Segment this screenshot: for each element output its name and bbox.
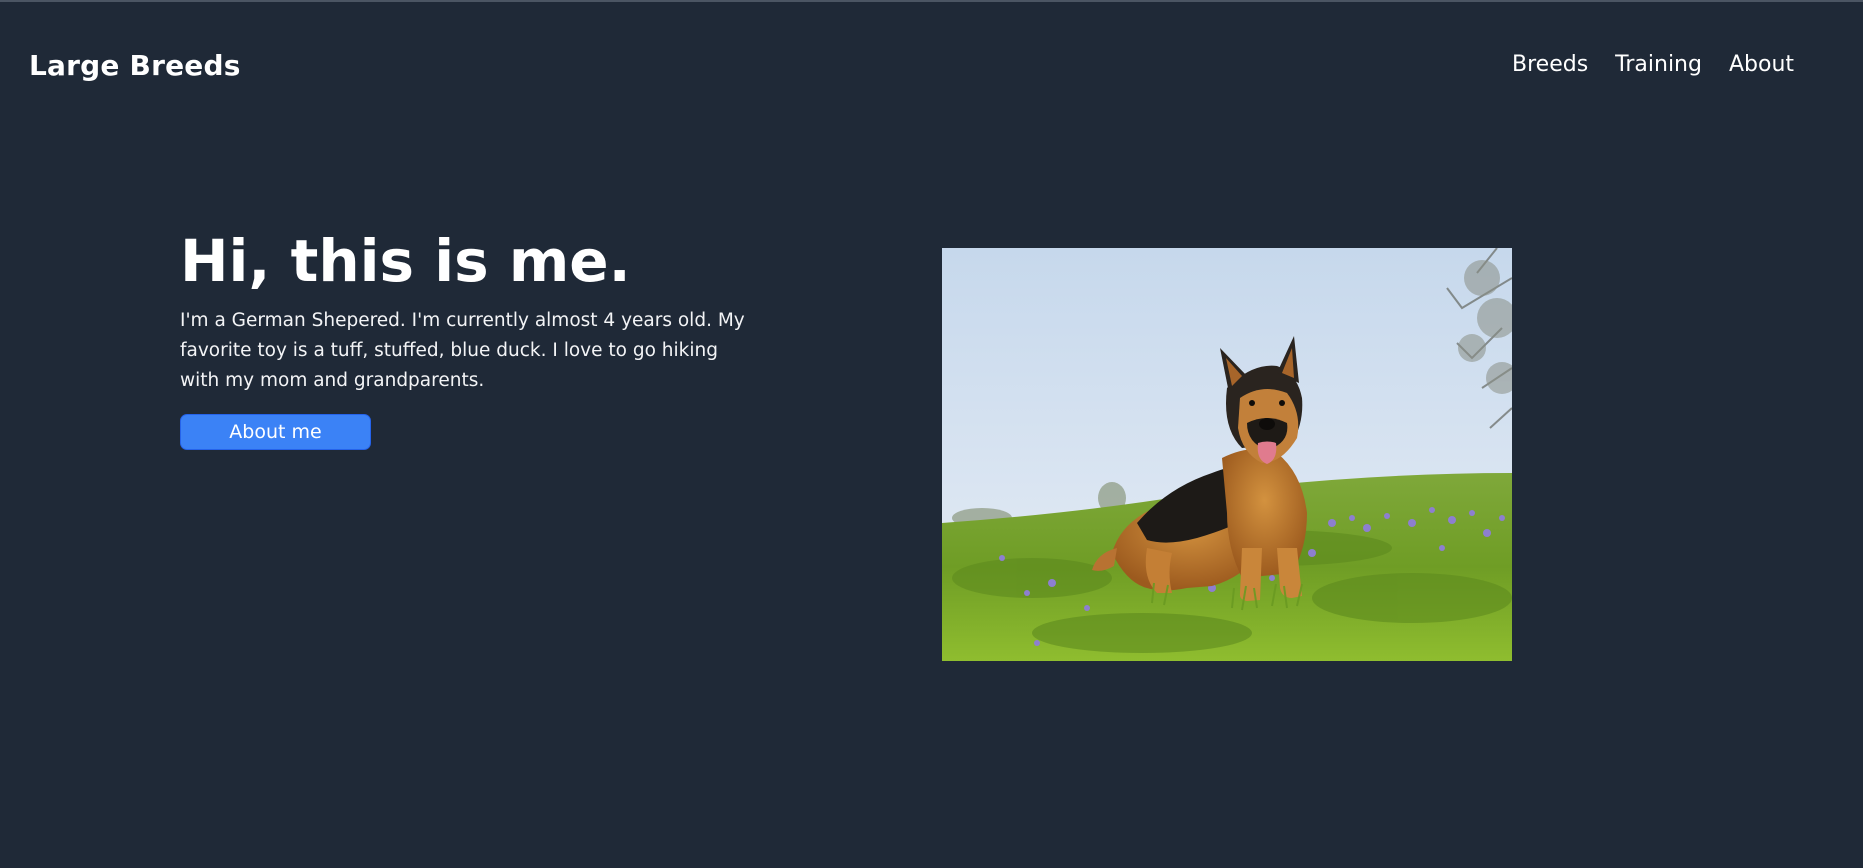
nav-link-training[interactable]: Training [1615,52,1702,77]
hero-description: I'm a German Shepered. I'm currently alm… [180,310,745,391]
main-nav: Breeds Training About [1512,52,1794,77]
hero-title: Hi, this is me. [180,227,631,295]
brand-logo-text[interactable]: Large Breeds [29,49,241,82]
dog-photo [942,248,1512,661]
about-me-button[interactable]: About me [180,414,371,450]
nav-link-about[interactable]: About [1729,52,1794,77]
nav-link-breeds[interactable]: Breeds [1512,52,1588,77]
hero-section: Hi, this is me. I'm a German Shepered. I… [180,226,755,450]
site-header: Large Breeds Breeds Training About [0,0,1863,130]
german-shepherd-image [942,248,1512,661]
